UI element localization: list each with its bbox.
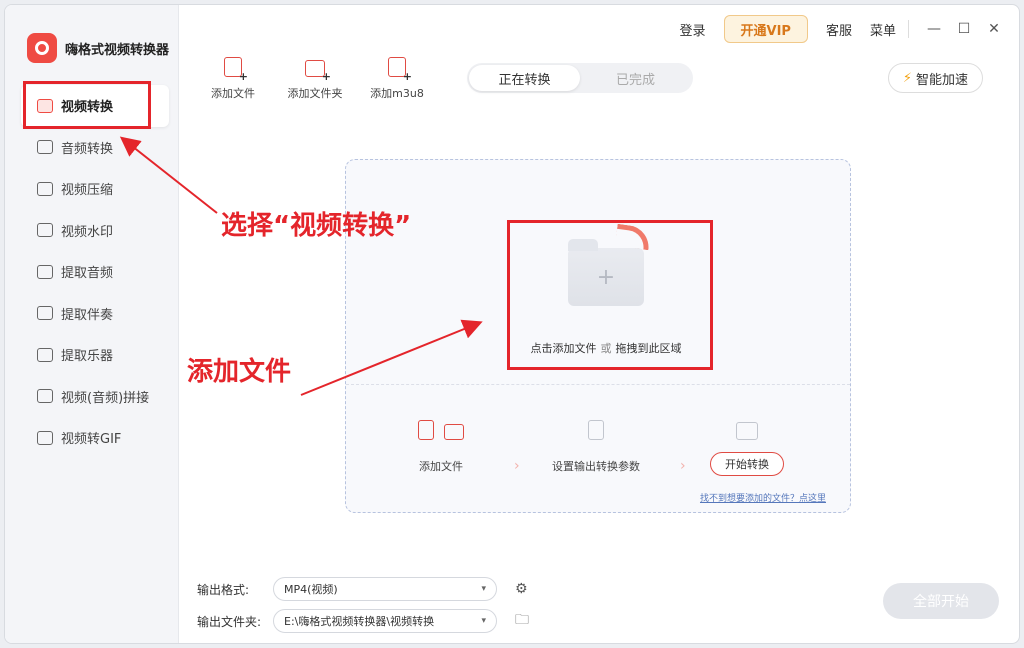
sidebar-item-video-compress[interactable]: 视频压缩 <box>21 168 169 210</box>
add-folder-icon <box>305 60 331 83</box>
smart-accelerate-button[interactable]: ⚡ 智能加速 <box>887 63 983 93</box>
tab-done[interactable]: 已完成 <box>580 65 691 91</box>
highlight-box-drop <box>507 220 713 370</box>
audio-convert-icon <box>37 140 53 155</box>
step-add-file: 添加文件 <box>418 410 464 474</box>
step-add-file-label: 添加文件 <box>419 460 463 473</box>
output-folder-label: 输出文件夹: <box>197 614 262 629</box>
sidebar-item-merge[interactable]: 视频(音频)拼接 <box>21 376 169 418</box>
sidebar-item-label: 提取音频 <box>61 266 114 282</box>
conversion-steps: 添加文件 › 设置输出转换参数 › 开始转换 <box>346 410 850 490</box>
sidebar: 嗨格式视频转换器 视频转换 音频转换 视频压缩 视频水印 提取音频 提取伴奏 提… <box>5 5 179 643</box>
login-link[interactable]: 登录 <box>680 20 706 39</box>
add-file-icon <box>418 420 434 440</box>
maximize-icon[interactable]: ☐ <box>949 21 979 37</box>
watermark-icon <box>37 223 53 238</box>
sidebar-item-extract-audio[interactable]: 提取音频 <box>21 251 169 293</box>
extract-accompaniment-icon <box>37 306 53 321</box>
sidebar-item-gif[interactable]: 视频转GIF <box>21 417 169 459</box>
chevron-down-icon: ▾ <box>481 616 486 626</box>
convert-icon <box>736 422 758 440</box>
smart-accelerate-label: 智能加速 <box>915 72 968 88</box>
merge-icon <box>37 389 53 404</box>
sidebar-item-audio-convert[interactable]: 音频转换 <box>21 127 169 169</box>
gif-icon <box>37 430 53 445</box>
annotation-add: 添加文件 <box>187 357 292 387</box>
sidebar-nav: 视频转换 音频转换 视频压缩 视频水印 提取音频 提取伴奏 提取乐器 视频(音频… <box>21 85 169 459</box>
sidebar-item-extract-accompaniment[interactable]: 提取伴奏 <box>21 293 169 335</box>
vip-button[interactable]: 开通VIP <box>723 15 808 43</box>
add-file-label: 添加文件 <box>211 87 255 100</box>
step-start: 开始转换 <box>710 410 784 476</box>
annotation-select: 选择“视频转换” <box>221 211 412 241</box>
sidebar-item-watermark[interactable]: 视频水印 <box>21 210 169 252</box>
help-link[interactable]: 找不到想要添加的文件？点这里 <box>700 491 826 504</box>
add-folder-button[interactable]: 添加文件夹 <box>283 57 347 101</box>
sidebar-item-label: 视频(音频)拼接 <box>61 390 150 406</box>
sidebar-item-label: 提取乐器 <box>61 349 114 365</box>
header-controls: 登录 开通VIP 客服 菜单 — ☐ ✕ <box>680 15 1019 43</box>
chevron-right-icon: › <box>514 458 520 474</box>
chevron-down-icon: ▾ <box>481 584 486 594</box>
app-logo: 嗨格式视频转换器 <box>27 33 169 63</box>
sidebar-item-extract-instrument[interactable]: 提取乐器 <box>21 334 169 376</box>
tab-converting[interactable]: 正在转换 <box>469 65 580 91</box>
sidebar-item-label: 视频转GIF <box>61 432 122 448</box>
settings-gear-icon[interactable]: ⚙ <box>515 581 528 597</box>
output-format-select[interactable]: MP4(视频) ▾ <box>273 577 497 601</box>
app-logo-icon <box>27 33 57 63</box>
minimize-icon[interactable]: — <box>919 21 949 37</box>
sidebar-item-label: 音频转换 <box>61 141 114 157</box>
output-folder-row: 输出文件夹: E:\嗨格式视频转换器\视频转换 ▾ 🗀 <box>197 609 529 633</box>
video-compress-icon <box>37 181 53 196</box>
add-file-icon <box>224 57 248 83</box>
start-all-button[interactable]: 全部开始 <box>883 583 999 619</box>
output-format-label: 输出格式: <box>197 582 250 597</box>
output-folder-value: E:\嗨格式视频转换器\视频转换 <box>284 615 435 628</box>
sidebar-item-label: 视频水印 <box>61 224 114 240</box>
output-format-row: 输出格式: MP4(视频) ▾ ⚙ <box>197 577 528 601</box>
chevron-right-icon: › <box>680 458 686 474</box>
menu-link[interactable]: 菜单 <box>870 20 896 39</box>
guitar-icon <box>37 347 53 362</box>
service-link[interactable]: 客服 <box>826 20 852 39</box>
lightning-icon: ⚡ <box>902 70 912 86</box>
step-set-params-label: 设置输出转换参数 <box>552 460 640 473</box>
add-file-button[interactable]: 添加文件 <box>201 57 265 101</box>
output-folder-select[interactable]: E:\嗨格式视频转换器\视频转换 ▾ <box>273 609 497 633</box>
start-convert-button[interactable]: 开始转换 <box>710 452 784 476</box>
sidebar-item-label: 视频压缩 <box>61 183 114 199</box>
close-icon[interactable]: ✕ <box>979 21 1009 37</box>
add-m3u8-button[interactable]: 添加m3u8 <box>365 57 429 101</box>
output-format-value: MP4(视频) <box>284 583 338 596</box>
open-folder-icon[interactable]: 🗀 <box>515 609 529 633</box>
drop-divider <box>346 384 850 385</box>
app-window: 嗨格式视频转换器 视频转换 音频转换 视频压缩 视频水印 提取音频 提取伴奏 提… <box>4 4 1020 644</box>
step-set-params: 设置输出转换参数 <box>552 410 640 474</box>
header-divider <box>908 20 909 38</box>
app-title: 嗨格式视频转换器 <box>65 42 170 58</box>
extract-audio-icon <box>37 264 53 279</box>
conversion-tabs: 正在转换 已完成 <box>467 63 693 93</box>
add-m3u8-label: 添加m3u8 <box>370 87 424 100</box>
highlight-box-video-convert <box>23 81 151 129</box>
add-folder-label: 添加文件夹 <box>287 87 343 100</box>
sidebar-item-label: 提取伴奏 <box>61 307 114 323</box>
add-folder-icon <box>444 424 464 440</box>
toolbar: 添加文件 添加文件夹 添加m3u8 <box>201 57 429 101</box>
m3u8-icon <box>388 57 412 83</box>
settings-file-icon <box>588 420 604 440</box>
